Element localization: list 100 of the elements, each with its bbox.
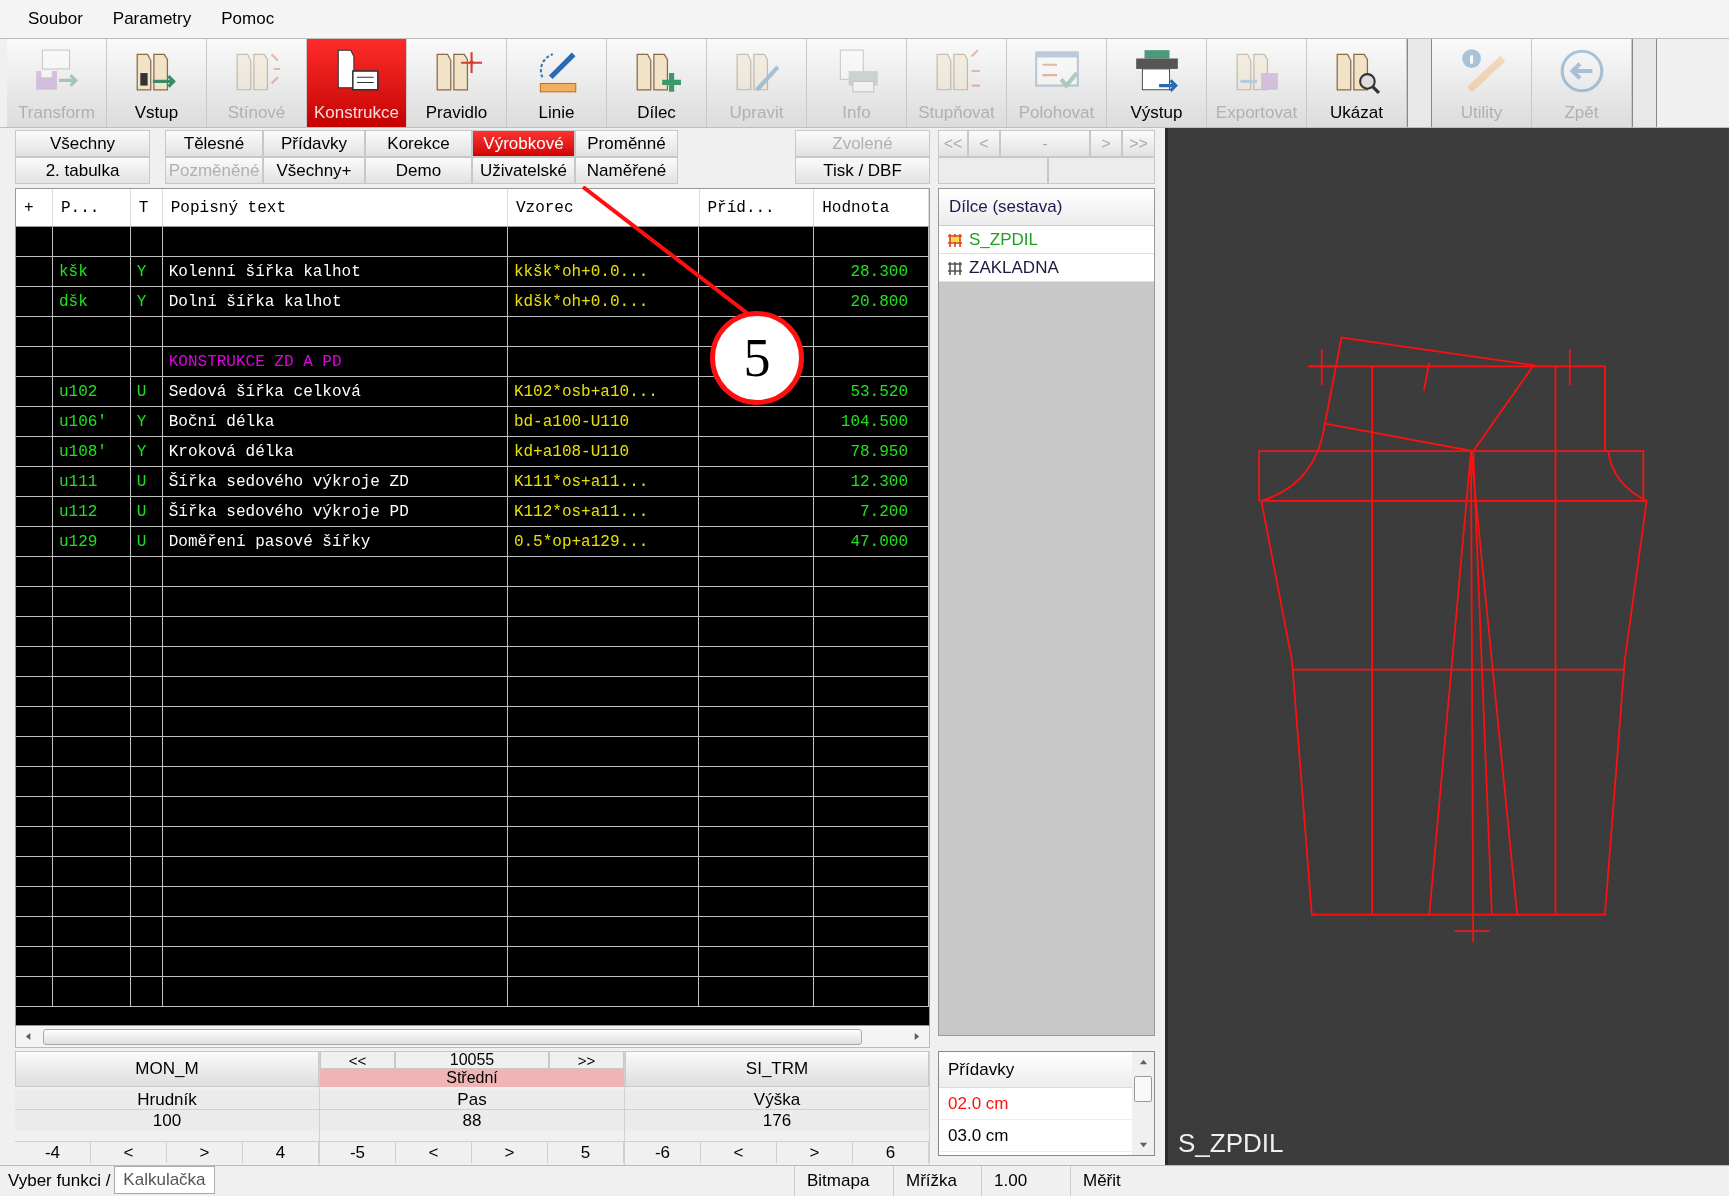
status-text: Vyber funkci /	[7, 1170, 111, 1193]
table-cell: u112	[52, 497, 131, 526]
filter-tab[interactable]: Uživatelské	[472, 157, 575, 184]
scrollbar-thumb[interactable]	[1134, 1075, 1152, 1102]
vertical-scrollbar[interactable]	[1132, 1052, 1154, 1155]
size-table-button[interactable]: SI_TRM	[625, 1051, 929, 1087]
step-button[interactable]: <	[91, 1142, 167, 1163]
table-cell: 104.500	[814, 407, 929, 436]
table-cell: U	[130, 377, 163, 406]
filter-tab[interactable]: Tisk / DBF	[795, 157, 930, 184]
table-cell: u106'	[52, 407, 131, 436]
filter-tab[interactable]: Přídavky	[263, 130, 365, 157]
pattern-piece-icon	[947, 231, 963, 248]
table-cell: kšk	[52, 257, 131, 286]
scroll-left-icon	[24, 1032, 33, 1041]
column-header[interactable]: Příd...	[699, 189, 815, 226]
table-cell: Y	[130, 407, 163, 436]
step-button[interactable]: >	[777, 1142, 853, 1163]
column-header[interactable]: T	[130, 189, 163, 226]
menu-item[interactable]: Pomoc	[221, 6, 275, 32]
toolbar-button[interactable]: Výstup	[1107, 39, 1207, 127]
toolbar-button[interactable]: Pravidlo	[407, 39, 507, 127]
step-button[interactable]: >	[167, 1142, 243, 1163]
filter-tab[interactable]: Korekce	[365, 130, 472, 157]
column-header[interactable]: Hodnota	[814, 189, 929, 226]
scrollbar-thumb[interactable]	[43, 1028, 862, 1045]
status-field: 1.00	[981, 1166, 1070, 1196]
table-cell: U	[130, 497, 163, 526]
table-cell: 53.520	[814, 377, 929, 406]
status-field: Bitmapa	[794, 1166, 893, 1196]
menu-item[interactable]: Soubor	[28, 6, 83, 32]
filter-tab[interactable]: Tělesné	[165, 130, 263, 157]
table-cell: dšk	[52, 287, 131, 316]
table-cell: kdšk*oh+0.0...	[507, 287, 700, 316]
list-title: Přídavky	[948, 1058, 1015, 1081]
table-cell: Boční délka	[162, 407, 508, 436]
filter-tab[interactable]: 2. tabulka	[15, 157, 150, 184]
filter-tab[interactable]: Všechny+	[263, 157, 365, 184]
status-field: Měřit	[1070, 1166, 1158, 1196]
toolbar-button[interactable]: Linie	[507, 39, 607, 127]
table-cell: 78.950	[814, 437, 929, 466]
panel-title: Dílce (sestava)	[949, 196, 1063, 219]
scroll-right-icon	[912, 1032, 921, 1041]
size-number: 10055	[395, 1051, 549, 1069]
prev-button[interactable]: <<	[320, 1051, 395, 1069]
table-cell: Dolní šířka kalhot	[162, 287, 508, 316]
size-table-button[interactable]: MON_M	[15, 1051, 319, 1087]
section-heading: KONSTRUKCE ZD A PD	[168, 351, 342, 373]
step-button[interactable]: -4	[15, 1142, 91, 1163]
table-cell: Y	[130, 257, 163, 286]
table-cell: 0.5*op+a129...	[507, 527, 700, 556]
table-cell: u108'	[52, 437, 131, 466]
step-button[interactable]: 6	[853, 1142, 929, 1163]
column-header[interactable]: +	[16, 189, 53, 226]
measure-name: Pas	[320, 1089, 624, 1110]
table-cell: Sedová šířka celková	[162, 377, 508, 406]
size-name: Střední	[320, 1069, 624, 1087]
table-cell: Kroková délka	[162, 437, 508, 466]
step-button[interactable]: 5	[548, 1142, 624, 1163]
table-cell: Doměření pasové šířky	[162, 527, 508, 556]
column-header[interactable]: P...	[52, 189, 131, 226]
horizontal-scrollbar[interactable]	[15, 1026, 930, 1048]
measure-name: Výška	[625, 1089, 929, 1110]
toolbar-button[interactable]: Dílec	[607, 39, 707, 127]
table-cell: Kolenní šířka kalhot	[162, 257, 508, 286]
step-button[interactable]: 4	[243, 1142, 319, 1163]
table-cell: 7.200	[814, 497, 929, 526]
menu-item[interactable]: Parametry	[112, 6, 192, 32]
table-cell: u111	[52, 467, 131, 496]
step-button[interactable]: -6	[625, 1142, 701, 1163]
table-cell: bd-a100-U110	[507, 407, 700, 436]
status-tab[interactable]: Kalkulačka	[114, 1166, 215, 1194]
column-header[interactable]: Vzorec	[507, 189, 700, 226]
step-button[interactable]: >	[472, 1142, 548, 1163]
table-cell: u129	[52, 527, 131, 556]
table-cell: 12.300	[814, 467, 929, 496]
measure-name: Hrudník	[15, 1089, 319, 1110]
filter-tab[interactable]: Výrobkové	[472, 130, 575, 157]
table-cell: K111*os+a11...	[507, 467, 700, 496]
filter-tab[interactable]: Proměnné	[575, 130, 678, 157]
step-button[interactable]: -5	[320, 1142, 396, 1163]
part-item[interactable]: ZAKLADNA	[939, 254, 1154, 282]
table-cell: kd+a108-U110	[507, 437, 700, 466]
toolbar-button[interactable]: Vstup	[107, 39, 207, 127]
table-cell: K112*os+a11...	[507, 497, 700, 526]
table-cell: 20.800	[814, 287, 929, 316]
toolbar-button[interactable]: Ukázat	[1307, 39, 1407, 127]
table-cell: U	[130, 467, 163, 496]
scroll-up-icon	[1138, 1058, 1148, 1067]
measure-value: 100	[15, 1110, 319, 1131]
table-cell: Y	[130, 437, 163, 466]
next-button[interactable]: >>	[549, 1051, 624, 1069]
step-button[interactable]: <	[701, 1142, 777, 1163]
filter-tab[interactable]: Všechny	[15, 130, 150, 157]
filter-tab[interactable]: Naměřené	[575, 157, 678, 184]
column-header[interactable]: Popisný text	[162, 189, 508, 226]
step-button[interactable]: <	[396, 1142, 472, 1163]
toolbar-button[interactable]: Konstrukce	[307, 39, 407, 127]
table-cell: K102*osb+a10...	[507, 377, 700, 406]
filter-tab[interactable]: Demo	[365, 157, 472, 184]
